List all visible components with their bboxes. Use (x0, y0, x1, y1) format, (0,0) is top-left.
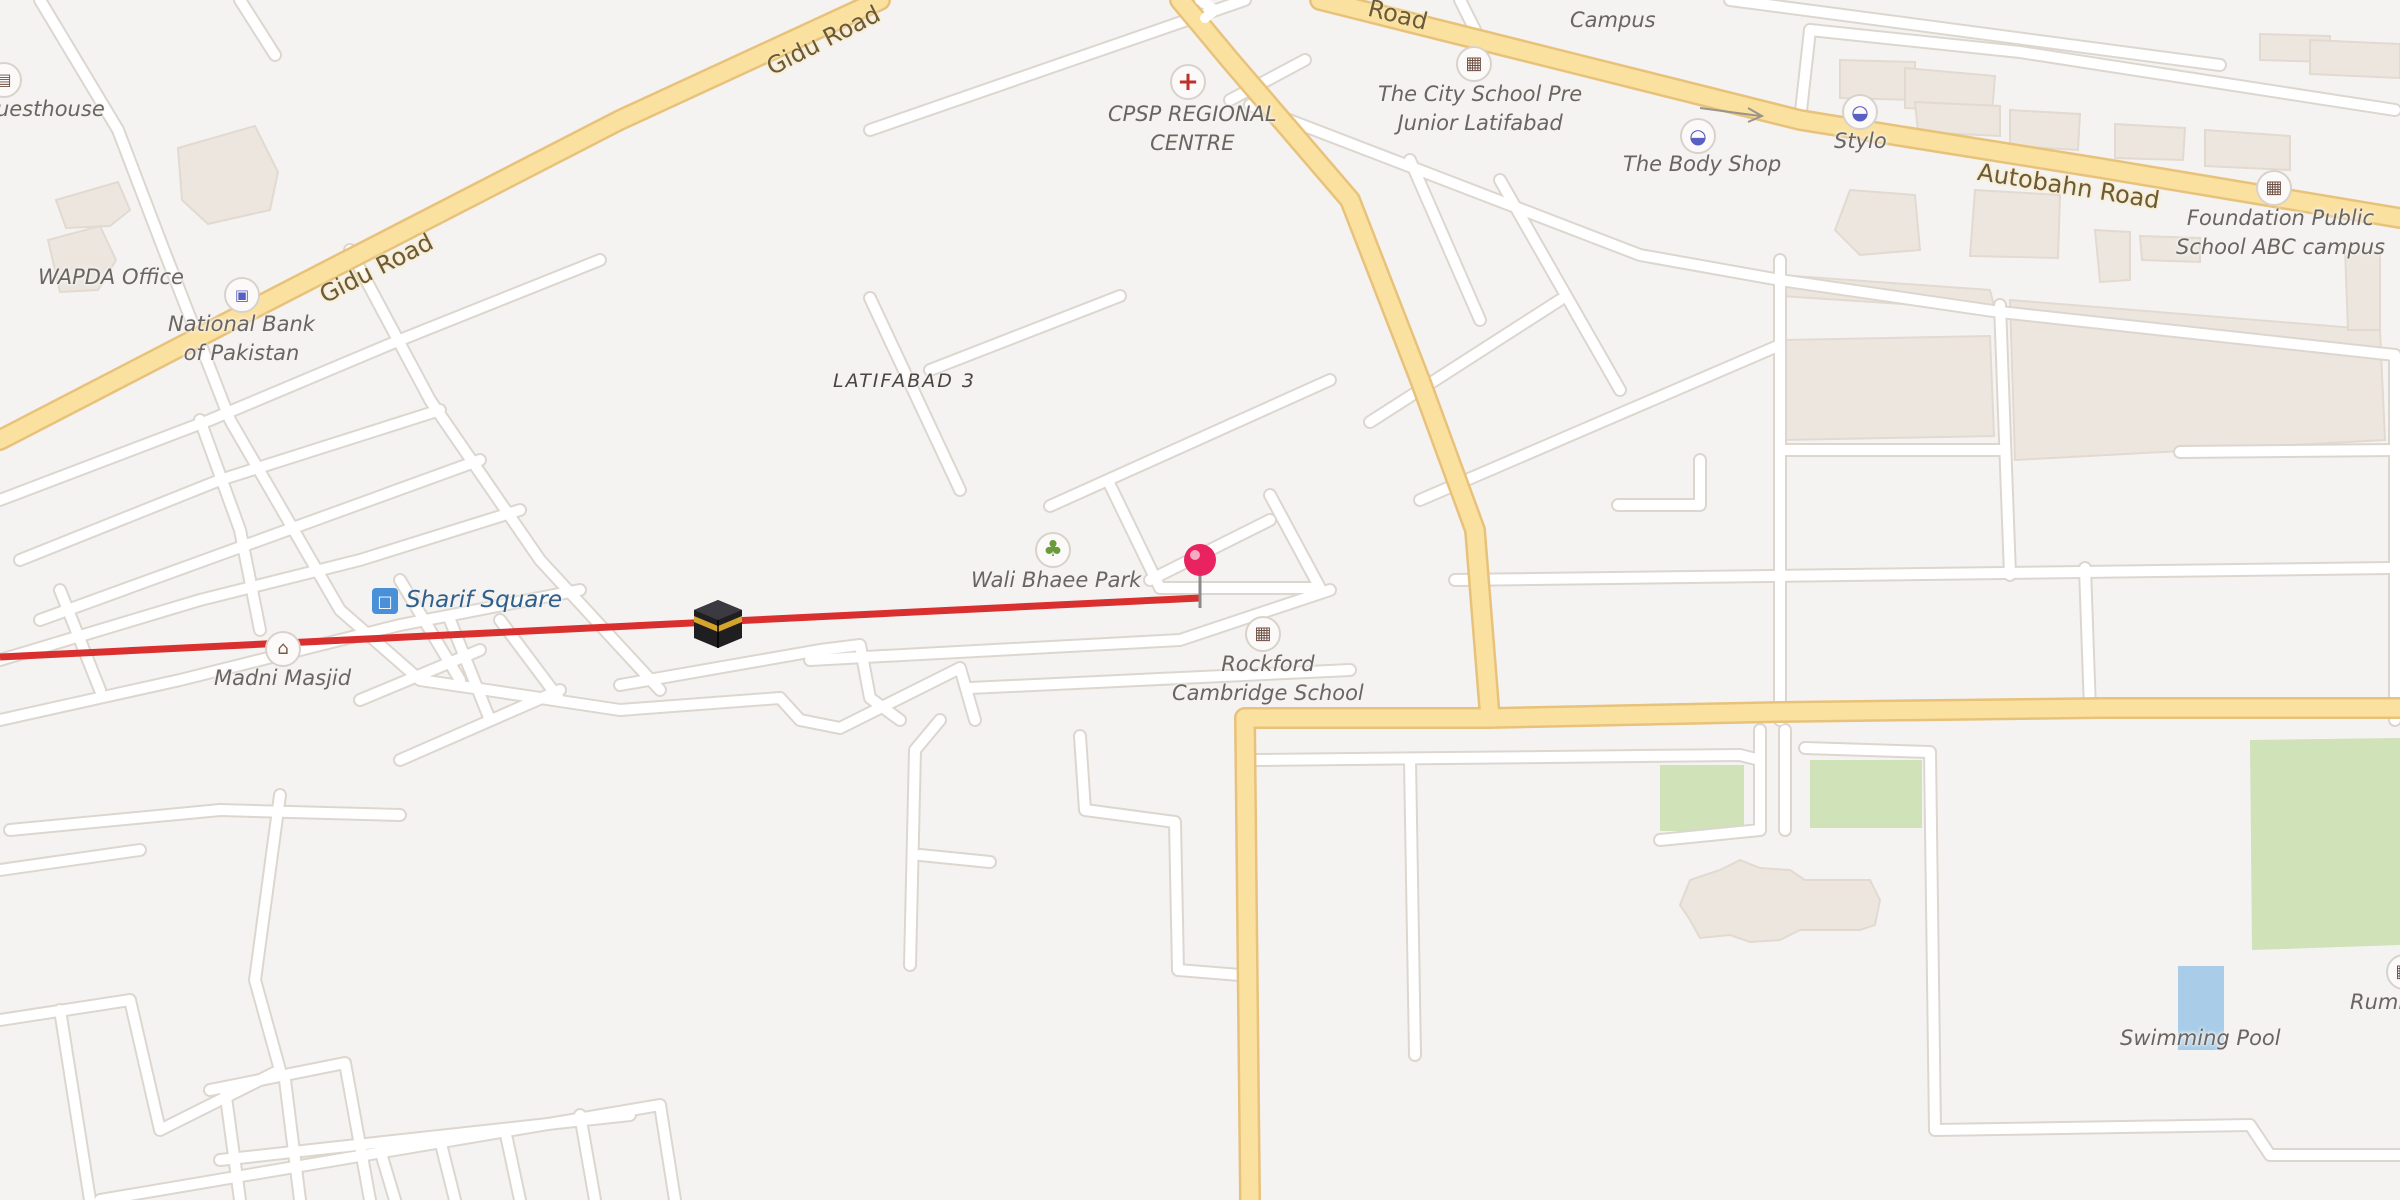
place-label-rockford: Rockford Cambridge School (1172, 652, 1364, 705)
place-label-campus: Campus (1570, 8, 1656, 32)
bus-stop-icon[interactable]: □ (372, 588, 398, 614)
park-area (1810, 760, 1922, 828)
tree-icon[interactable]: ♣ (1035, 532, 1071, 568)
park-area (2250, 738, 2400, 950)
shopping-basket-icon[interactable]: ◒ (1680, 118, 1716, 154)
place-label-national-bank: National Bank of Pakistan (168, 312, 315, 365)
place-label-sharif-square: Sharif Square (406, 587, 563, 613)
place-label-cpsp: CPSP REGIONAL CENTRE (1108, 102, 1277, 155)
mosque-icon[interactable]: ⌂ (265, 631, 301, 667)
park-area (1660, 765, 1744, 831)
place-label-wali-bhaee-park: Wali Bhaee Park (971, 568, 1142, 592)
school-icon[interactable]: ▦ (1245, 616, 1281, 652)
school-icon[interactable]: ▦ (1456, 46, 1492, 82)
banknote-icon[interactable]: ▣ (224, 277, 260, 313)
place-label-body-shop: The Body Shop (1623, 152, 1782, 176)
school-icon[interactable]: ▦ (2256, 170, 2292, 206)
place-label-madni-masjid: Madni Masjid (214, 666, 352, 690)
medical-cross-icon[interactable]: + (1170, 64, 1206, 100)
map-canvas[interactable]: Gidu Road Gidu Road Road Autobahn Road L… (0, 0, 2400, 1200)
place-label-rumi: Rumi (2350, 990, 2400, 1014)
place-label-guesthouse: uesthouse (0, 97, 105, 121)
place-label-foundation-school: Foundation Public School ABC campus (2176, 206, 2385, 259)
kaaba-icon[interactable] (690, 594, 746, 650)
location-pin-icon[interactable] (1178, 542, 1222, 614)
area-label-latifabad-3: LATIFABAD 3 (833, 370, 977, 392)
shopping-basket-icon[interactable]: ◒ (1842, 94, 1878, 130)
place-label-wapda-office: WAPDA Office (38, 265, 184, 289)
place-label-swimming-pool: Swimming Pool (2120, 1026, 2281, 1050)
place-label-stylo: Stylo (1834, 129, 1887, 153)
place-label-city-school: The City School Pre Junior Latifabad (1378, 82, 1583, 135)
